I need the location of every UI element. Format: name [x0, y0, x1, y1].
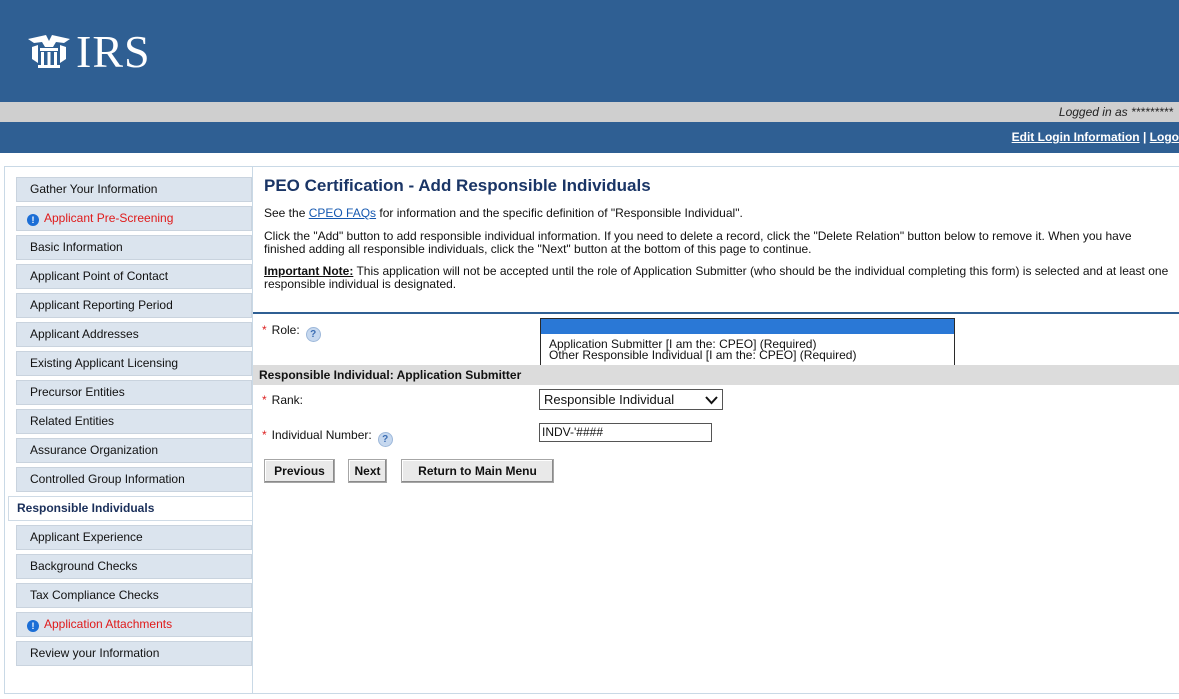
login-status-bar: Logged in as ********* [0, 102, 1179, 122]
rank-label-row: * Rank: [262, 393, 303, 407]
sidebar-item-controlled-group-information[interactable]: Controlled Group Information [16, 467, 252, 492]
help-icon[interactable]: ? [377, 432, 393, 447]
irs-logo[interactable]: IRS [26, 24, 151, 78]
previous-button[interactable]: Previous [264, 459, 335, 483]
sidebar-item-review-your-information[interactable]: Review your Information [16, 641, 252, 666]
account-links: Edit Login Information | Logo [1012, 130, 1179, 144]
form-divider [253, 312, 1179, 314]
sidebar-item-assurance-organization[interactable]: Assurance Organization [16, 438, 252, 463]
chevron-down-icon [705, 396, 718, 405]
sidebar-item-label: Existing Applicant Licensing [30, 356, 179, 370]
site-header: IRS [0, 0, 1179, 102]
sidebar-item-label: Applicant Pre-Screening [44, 211, 174, 225]
sidebar-item-label: Assurance Organization [30, 443, 159, 457]
role-option-other-responsible-individual[interactable]: Other Responsible Individual [I am the: … [541, 349, 954, 361]
sidebar-item-label: Background Checks [30, 559, 138, 573]
section-title: Responsible Individual: Application Subm… [259, 368, 522, 382]
faq-suffix: for information and the specific definit… [376, 206, 743, 220]
sidebar-item-related-entities[interactable]: Related Entities [16, 409, 252, 434]
important-note-label: Important Note: [264, 264, 354, 278]
rank-label: Rank: [271, 393, 304, 407]
next-button[interactable]: Next [348, 459, 387, 483]
required-marker: * [262, 393, 267, 407]
role-label: Role: [271, 323, 300, 337]
sidebar-divider [252, 166, 253, 694]
sidebar-nav: Gather Your Information ! Applicant Pre-S… [8, 177, 252, 670]
logged-in-text: Logged in as ********* [1058, 105, 1173, 119]
sidebar-item-applicant-pre-screening[interactable]: ! Applicant Pre-Screening [16, 206, 252, 231]
role-label-row: * Role:? [262, 323, 321, 342]
required-marker: * [262, 428, 267, 442]
irs-logo-text: IRS [76, 25, 151, 77]
sidebar-item-label: Applicant Addresses [30, 327, 139, 341]
important-note: Important Note: This application will no… [264, 265, 1170, 291]
sidebar-item-label: Applicant Point of Contact [30, 269, 169, 283]
sidebar-item-label: Basic Information [30, 240, 123, 254]
required-marker: * [262, 323, 267, 337]
return-to-main-menu-button[interactable]: Return to Main Menu [401, 459, 554, 483]
section-header: Responsible Individual: Application Subm… [253, 365, 1179, 385]
sidebar-item-applicant-addresses[interactable]: Applicant Addresses [16, 322, 252, 347]
sidebar-item-tax-compliance-checks[interactable]: Tax Compliance Checks [16, 583, 252, 608]
rank-select-value: Responsible Individual [544, 392, 675, 407]
rank-select[interactable]: Responsible Individual [539, 389, 723, 410]
irs-eagle-logo-icon [28, 35, 70, 68]
sidebar-item-label: Tax Compliance Checks [30, 588, 159, 602]
role-dropdown-list[interactable]: Application Submitter [I am the: CPEO] (… [540, 318, 955, 367]
cpeo-faqs-link[interactable]: CPEO FAQs [309, 206, 376, 220]
sidebar-item-application-attachments[interactable]: ! Application Attachments [16, 612, 252, 637]
sidebar-item-label: Applicant Reporting Period [30, 298, 173, 312]
sidebar-item-label: Application Attachments [44, 617, 173, 631]
sidebar-item-label: Gather Your Information [30, 182, 158, 196]
individual-number-field[interactable]: INDV-'#### [539, 423, 712, 442]
sidebar-item-responsible-individuals[interactable]: Responsible Individuals [8, 496, 252, 521]
faq-prefix: See the [264, 206, 309, 220]
sidebar-item-background-checks[interactable]: Background Checks [16, 554, 252, 579]
sidebar-item-label: Responsible Individuals [17, 501, 155, 515]
sidebar-item-existing-applicant-licensing[interactable]: Existing Applicant Licensing [16, 351, 252, 376]
sidebar-item-precursor-entities[interactable]: Precursor Entities [16, 380, 252, 405]
add-instructions: Click the "Add" button to add responsibl… [264, 229, 1132, 256]
help-icon[interactable]: ? [305, 327, 321, 342]
account-nav-bar: Edit Login Information | Logo [0, 122, 1179, 153]
sidebar-item-gather-your-information[interactable]: Gather Your Information [16, 177, 252, 202]
page-title: PEO Certification - Add Responsible Indi… [264, 176, 651, 195]
link-separator: | [1142, 130, 1147, 144]
main-content: PEO Certification - Add Responsible Indi… [264, 176, 1170, 291]
important-note-text: This application will not be accepted un… [264, 264, 1169, 291]
sidebar-item-label: Controlled Group Information [30, 472, 185, 486]
sidebar-item-label: Applicant Experience [30, 530, 143, 544]
sidebar-item-basic-information[interactable]: Basic Information [16, 235, 252, 260]
info-alert-icon: ! [27, 620, 39, 632]
role-option-empty[interactable] [541, 319, 954, 334]
faq-paragraph: See the CPEO FAQs for information and th… [264, 207, 1170, 220]
sidebar-item-label: Review your Information [30, 646, 160, 660]
info-alert-icon: ! [27, 214, 39, 226]
sidebar-item-label: Related Entities [30, 414, 115, 428]
individual-number-label-row: * Individual Number:? [262, 428, 393, 447]
sidebar-item-applicant-point-of-contact[interactable]: Applicant Point of Contact [16, 264, 252, 289]
logout-link[interactable]: Logo [1150, 130, 1179, 144]
sidebar-item-label: Precursor Entities [30, 385, 125, 399]
individual-number-label: Individual Number: [271, 428, 372, 442]
edit-login-link[interactable]: Edit Login Information [1012, 130, 1140, 144]
sidebar-item-applicant-experience[interactable]: Applicant Experience [16, 525, 252, 550]
sidebar-item-applicant-reporting-period[interactable]: Applicant Reporting Period [16, 293, 252, 318]
